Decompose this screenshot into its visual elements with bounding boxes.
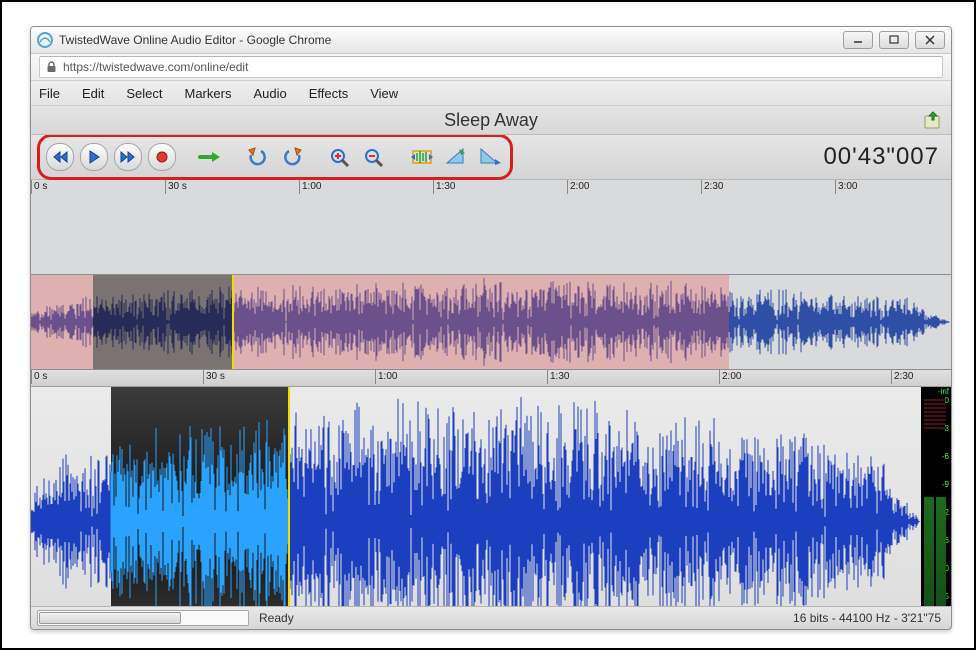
playhead-timer: 00'43"007: [823, 143, 939, 171]
toolbar-row: 00'43"007: [31, 135, 951, 180]
zoom-in-icon: [329, 147, 351, 167]
overview-selection[interactable]: [93, 275, 233, 369]
undo-button[interactable]: [244, 144, 272, 170]
menu-markers[interactable]: Markers: [185, 86, 232, 101]
fast-forward-button[interactable]: [114, 143, 142, 171]
menu-file[interactable]: File: [39, 86, 60, 101]
overview-waveform[interactable]: [31, 275, 951, 370]
ruler-tick: 2:00: [567, 180, 589, 194]
window-title: TwistedWave Online Audio Editor - Google…: [59, 33, 331, 47]
ruler-tick: 0 s: [31, 180, 47, 194]
menubar: File Edit Select Markers Audio Effects V…: [31, 81, 951, 106]
overview-viewport-right: [233, 275, 729, 369]
fade-out-icon: [479, 147, 501, 167]
ruler-tick: 30 s: [165, 180, 187, 194]
redo-button[interactable]: [278, 144, 306, 170]
menu-effects[interactable]: Effects: [309, 86, 349, 101]
level-meter: -inf-0-3-6-9-12-16-20-25-30-40: [921, 387, 951, 630]
menu-audio[interactable]: Audio: [253, 86, 286, 101]
meter-top-label: -inf: [938, 388, 949, 396]
main-playhead[interactable]: [288, 387, 290, 630]
project-title-row: Sleep Away: [31, 106, 951, 135]
loop-icon: [198, 149, 222, 165]
project-title: Sleep Away: [444, 110, 538, 131]
window-titlebar: TwistedWave Online Audio Editor - Google…: [31, 27, 951, 54]
ruler-tick: 1:00: [299, 180, 321, 194]
scrollbar-thumb[interactable]: [39, 612, 181, 624]
main-waveform[interactable]: [31, 387, 921, 630]
zoom-out-icon: [363, 147, 385, 167]
zoom-out-button[interactable]: [360, 144, 388, 170]
ruler-tick: 1:00: [375, 370, 397, 384]
ruler-tick: 2:30: [701, 180, 723, 194]
ruler-tick: 2:00: [719, 370, 741, 384]
undo-icon: [247, 147, 269, 167]
overview-playhead[interactable]: [232, 275, 234, 369]
url-text: https://twistedwave.com/online/edit: [63, 60, 248, 74]
main-area: -inf-0-3-6-9-12-16-20-25-30-40: [31, 387, 951, 630]
format-text: 16 bits - 44100 Hz - 3'21"75: [793, 611, 941, 625]
address-bar: https://twistedwave.com/online/edit: [31, 54, 951, 81]
ruler-tick: 1:30: [547, 370, 569, 384]
url-field[interactable]: https://twistedwave.com/online/edit: [39, 56, 943, 78]
close-button[interactable]: [915, 31, 945, 49]
ruler-tick: 1:30: [433, 180, 455, 194]
fade-in-button[interactable]: [442, 144, 470, 170]
meter-scale-label: -9: [942, 481, 949, 489]
redo-icon: [281, 147, 303, 167]
overview-viewport-left: [31, 275, 93, 369]
ruler-tick: 2:30: [891, 370, 913, 384]
play-button[interactable]: [80, 143, 108, 171]
app-icon: [37, 32, 53, 48]
fade-out-button[interactable]: [476, 144, 504, 170]
fast-forward-icon: [120, 150, 136, 164]
meter-scale-label: -6: [942, 453, 949, 461]
overview-ruler[interactable]: 0 s 30 s 1:00 1:30 2:00 2:30 3:00: [31, 180, 951, 275]
save-icon[interactable]: [923, 110, 943, 130]
toolbar-highlight: [37, 134, 513, 180]
zoom-in-button[interactable]: [326, 144, 354, 170]
rewind-button[interactable]: [46, 143, 74, 171]
status-text: Ready: [259, 611, 294, 625]
status-bar: Ready 16 bits - 44100 Hz - 3'21"75: [31, 606, 951, 629]
zoom-selection-button[interactable]: [408, 144, 436, 170]
menu-edit[interactable]: Edit: [82, 86, 104, 101]
menu-view[interactable]: View: [370, 86, 398, 101]
horizontal-scrollbar[interactable]: [37, 610, 249, 626]
lock-icon: [46, 61, 57, 73]
ruler-tick: 30 s: [203, 370, 225, 384]
loop-button[interactable]: [196, 144, 224, 170]
main-ruler[interactable]: 0 s 30 s 1:00 1:30 2:00 2:30: [31, 370, 951, 387]
ruler-tick: 0 s: [31, 370, 47, 384]
play-icon: [87, 150, 101, 164]
menu-select[interactable]: Select: [126, 86, 162, 101]
record-icon: [155, 150, 169, 164]
maximize-button[interactable]: [879, 31, 909, 49]
fade-in-icon: [445, 147, 467, 167]
ruler-tick: 3:00: [835, 180, 857, 194]
zoom-selection-icon: [410, 147, 434, 167]
record-button[interactable]: [148, 143, 176, 171]
rewind-icon: [52, 150, 68, 164]
minimize-button[interactable]: [843, 31, 873, 49]
